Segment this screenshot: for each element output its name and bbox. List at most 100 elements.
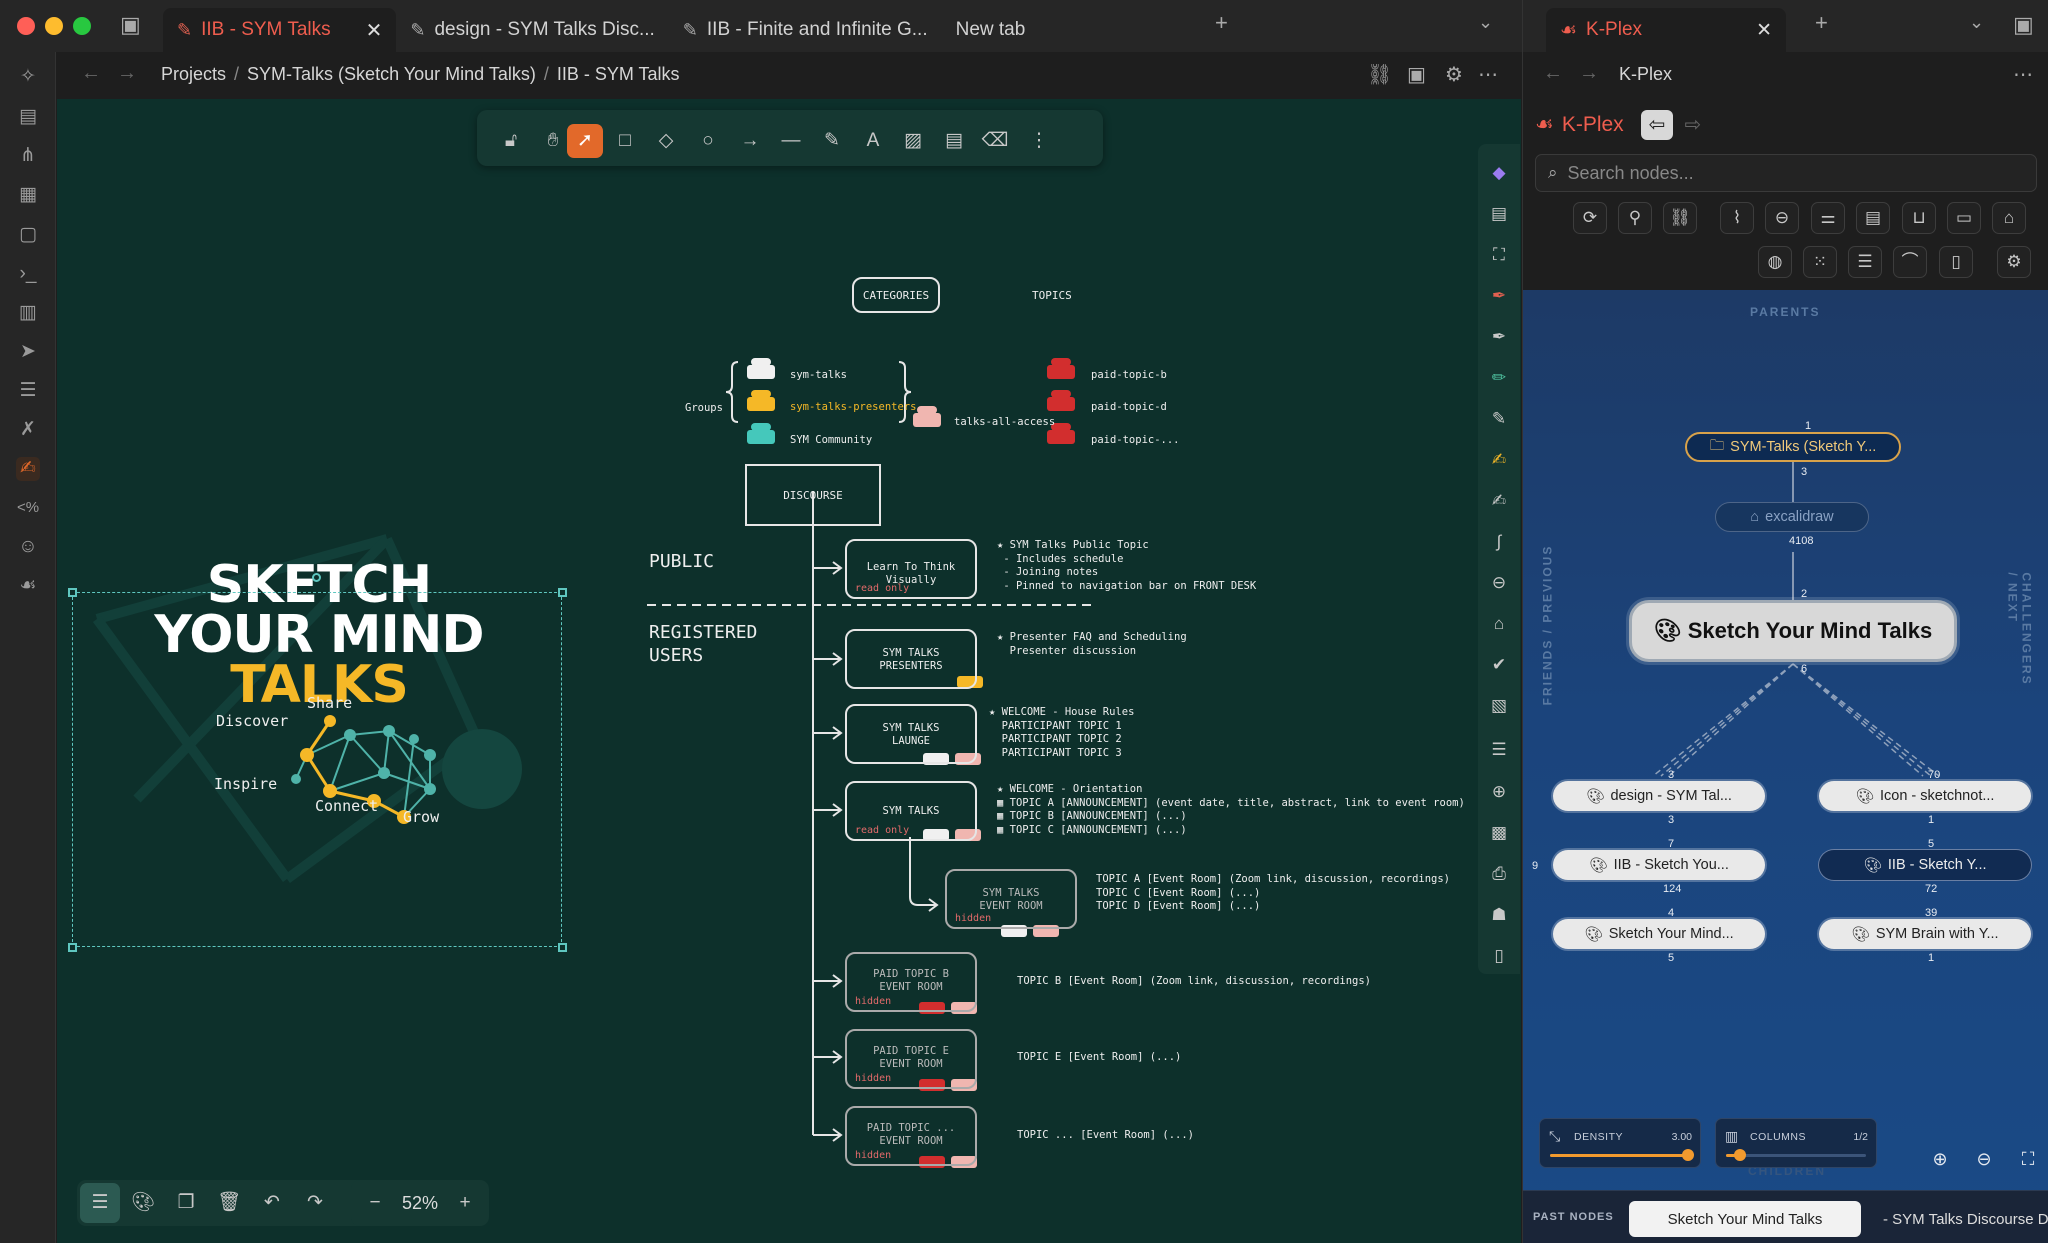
paid-topic-e-box[interactable]: PAID TOPIC E EVENT ROOM hidden [845,1029,977,1089]
terminal-icon[interactable]: ›_ [16,262,40,286]
excalidraw-canvas[interactable]: 🔓︎ ✋︎ ➚ □ ◇ ○ → — ✎ A ▨ ▤ ⌫ ⋮ SKETCH YOU… [57,99,1521,1243]
sym-talks-presenters-box[interactable]: SYM TALKS PRESENTERS [845,629,977,689]
gear-icon[interactable]: ⚙ [1445,62,1463,87]
tab-kplex[interactable]: ☙ K-Plex ✕ [1546,8,1786,52]
sym-talks-launge-box[interactable]: SYM TALKS LAUNGE [845,704,977,764]
graph-spark-icon[interactable]: ✧ [16,65,40,89]
window-minimize-button[interactable] [45,17,63,35]
link-icon[interactable]: ⛓ [1663,202,1697,234]
print-icon[interactable]: ⎙ [1488,863,1510,885]
tab-list-chevron-icon[interactable]: ⌄ [1969,12,1984,33]
columns-slider-knob[interactable] [1734,1149,1746,1161]
child-node-selected[interactable]: 🎨︎ IIB - Sketch Y... [1819,850,2031,880]
calendar-icon[interactable]: ▢ [16,223,40,247]
new-tab-icon[interactable]: + [1215,10,1228,36]
new-tab-icon[interactable]: + [1815,10,1828,36]
columns-control[interactable]: ▥ COLUMNS 1/2 [1715,1118,1877,1168]
undo-icon[interactable]: ↶ [252,1183,292,1223]
duplicate-icon[interactable]: ❐ [166,1183,206,1223]
learn-to-think-visually-box[interactable]: Learn To Think Visually read only [845,539,977,599]
search-input[interactable] [1567,162,2008,184]
close-tab-icon[interactable]: ✕ [1756,19,1772,42]
gallery-icon[interactable]: ▩ [1488,822,1510,844]
gear-icon[interactable]: ⚙ [1997,246,2031,278]
folder-icon[interactable]: ▭ [1947,202,1981,234]
sym-talks-event-room-box[interactable]: SYM TALKS EVENT ROOM hidden [945,869,1077,929]
sidebar-icon[interactable]: ▯ [1488,945,1510,967]
excalidraw-tools-icon[interactable]: ✗ [16,418,40,442]
palette-icon[interactable]: 🎨︎ [123,1183,163,1223]
window-zoom-button[interactable] [73,17,91,35]
zoom-out-button[interactable]: − [355,1183,395,1223]
document-icon[interactable]: ▤ [1856,202,1890,234]
file-icon[interactable]: ▤ [16,105,40,129]
brain-icon[interactable]: ☙ [16,574,40,598]
minus-circle-icon[interactable]: ⊖ [1765,202,1799,234]
sidebar-toggle-icon[interactable]: ▣ [2013,12,2034,38]
tab-new-tab[interactable]: New tab [942,8,1040,52]
grid-dots-icon[interactable]: ⁙ [1803,246,1837,278]
pen-icon[interactable]: ✍ [16,457,40,481]
tag-icon[interactable]: ⌂ [1992,202,2026,234]
pen-preset-icon[interactable]: ✒ [1488,326,1510,348]
parent-tag-node[interactable]: ⌂ excalidraw [1715,502,1869,532]
pen-preset-icon[interactable]: ✒ [1488,285,1510,307]
checklist-icon[interactable]: ☰ [16,379,40,403]
robot-icon[interactable]: ☗ [1488,904,1510,926]
tab-iib-sym-talks[interactable]: ✎ IIB - SYM Talks ✕ [163,8,397,52]
density-control[interactable]: ⤡ DENSITY 3.00 [1539,1118,1701,1168]
link-icon[interactable]: ⛓ [1367,62,1392,87]
brush-icon[interactable]: ✍ [1488,449,1510,471]
zoom-in-icon[interactable]: ⊕ [1923,1142,1957,1176]
graph-view-icon[interactable]: ⋔ [16,144,40,168]
highlighter-icon[interactable]: ✏ [1488,367,1510,389]
grid-icon[interactable]: ▦ [16,183,40,207]
list-icon[interactable]: ☰ [1488,739,1510,761]
redo-icon[interactable]: ↷ [295,1183,335,1223]
bookmark-icon[interactable]: ▯ [1939,246,1973,278]
child-node[interactable]: 🎨︎ SYM Brain with Y... [1819,919,2031,949]
unpin-icon[interactable]: ⚲ [1618,202,1652,234]
sliders-icon[interactable]: ⚌ [1811,202,1845,234]
save-icon[interactable]: ▣ [1407,62,1426,87]
zoom-level[interactable]: 52% [402,1193,438,1214]
forward-arrow-icon[interactable]: → [117,62,137,85]
fit-view-icon[interactable]: ⛶ [2011,1142,2045,1176]
back-arrow-icon[interactable]: ← [1543,62,1563,85]
lasso-icon[interactable]: ⊖ [1488,572,1510,594]
fullscreen-icon[interactable]: ⛶ [1488,244,1510,266]
align-icon[interactable]: ☰ [1848,246,1882,278]
curve-icon[interactable]: ∫ [1488,531,1510,553]
main-menu-icon[interactable]: ☰ [80,1183,120,1223]
trash-icon[interactable]: 🗑︎ [209,1183,249,1223]
sidebar-toggle-icon[interactable]: ▣ [120,12,141,38]
forward-arrow-icon[interactable]: → [1579,62,1599,85]
stamp-icon[interactable]: ⌂ [1488,613,1510,635]
brush-icon[interactable]: ✍ [1488,490,1510,512]
edit-image-icon[interactable]: ▧ [1488,695,1510,717]
density-slider-knob[interactable] [1682,1149,1694,1161]
zoom-out-icon[interactable]: ⊖ [1967,1142,2001,1176]
past-node-chip[interactable]: - SYM Talks Discourse D [1871,1201,2048,1237]
check-icon[interactable]: ✔ [1488,654,1510,676]
crosshair-icon[interactable]: ⊕ [1488,781,1510,803]
percent-icon[interactable]: <% [16,496,40,520]
window-close-button[interactable] [17,17,35,35]
smiley-icon[interactable]: ☺ [16,535,40,559]
main-node-sketch-your-mind-talks[interactable]: 🎨︎ Sketch Your Mind Talks [1629,600,1957,662]
obsidian-icon[interactable]: ◆ [1488,162,1510,184]
breadcrumb-projects[interactable]: Projects [161,64,226,85]
more-options-icon[interactable]: ⋯ [2013,62,2033,87]
discourse-box[interactable]: DISCOURSE [745,464,881,526]
child-node[interactable]: 🎨︎ design - SYM Tal... [1553,781,1765,811]
inbox-icon[interactable]: ⊔ [1902,202,1936,234]
child-node[interactable]: 🎨︎ Sketch Your Mind... [1553,919,1765,949]
kplex-graph[interactable]: PARENTS FRIENDS / PREVIOUS CHALLENGERS /… [1523,290,2048,1243]
child-node[interactable]: 🎨︎ Icon - sketchnot... [1819,781,2031,811]
kplex-back-button[interactable]: ⇦ [1641,110,1673,140]
curve-path-icon[interactable]: ⌒ [1893,246,1927,278]
kplex-forward-button[interactable]: ⇨ [1677,110,1709,140]
categories-box[interactable]: CATEGORIES [852,277,940,313]
layout-icon[interactable]: ▥ [16,301,40,325]
new-file-icon[interactable]: ▤ [1488,203,1510,225]
